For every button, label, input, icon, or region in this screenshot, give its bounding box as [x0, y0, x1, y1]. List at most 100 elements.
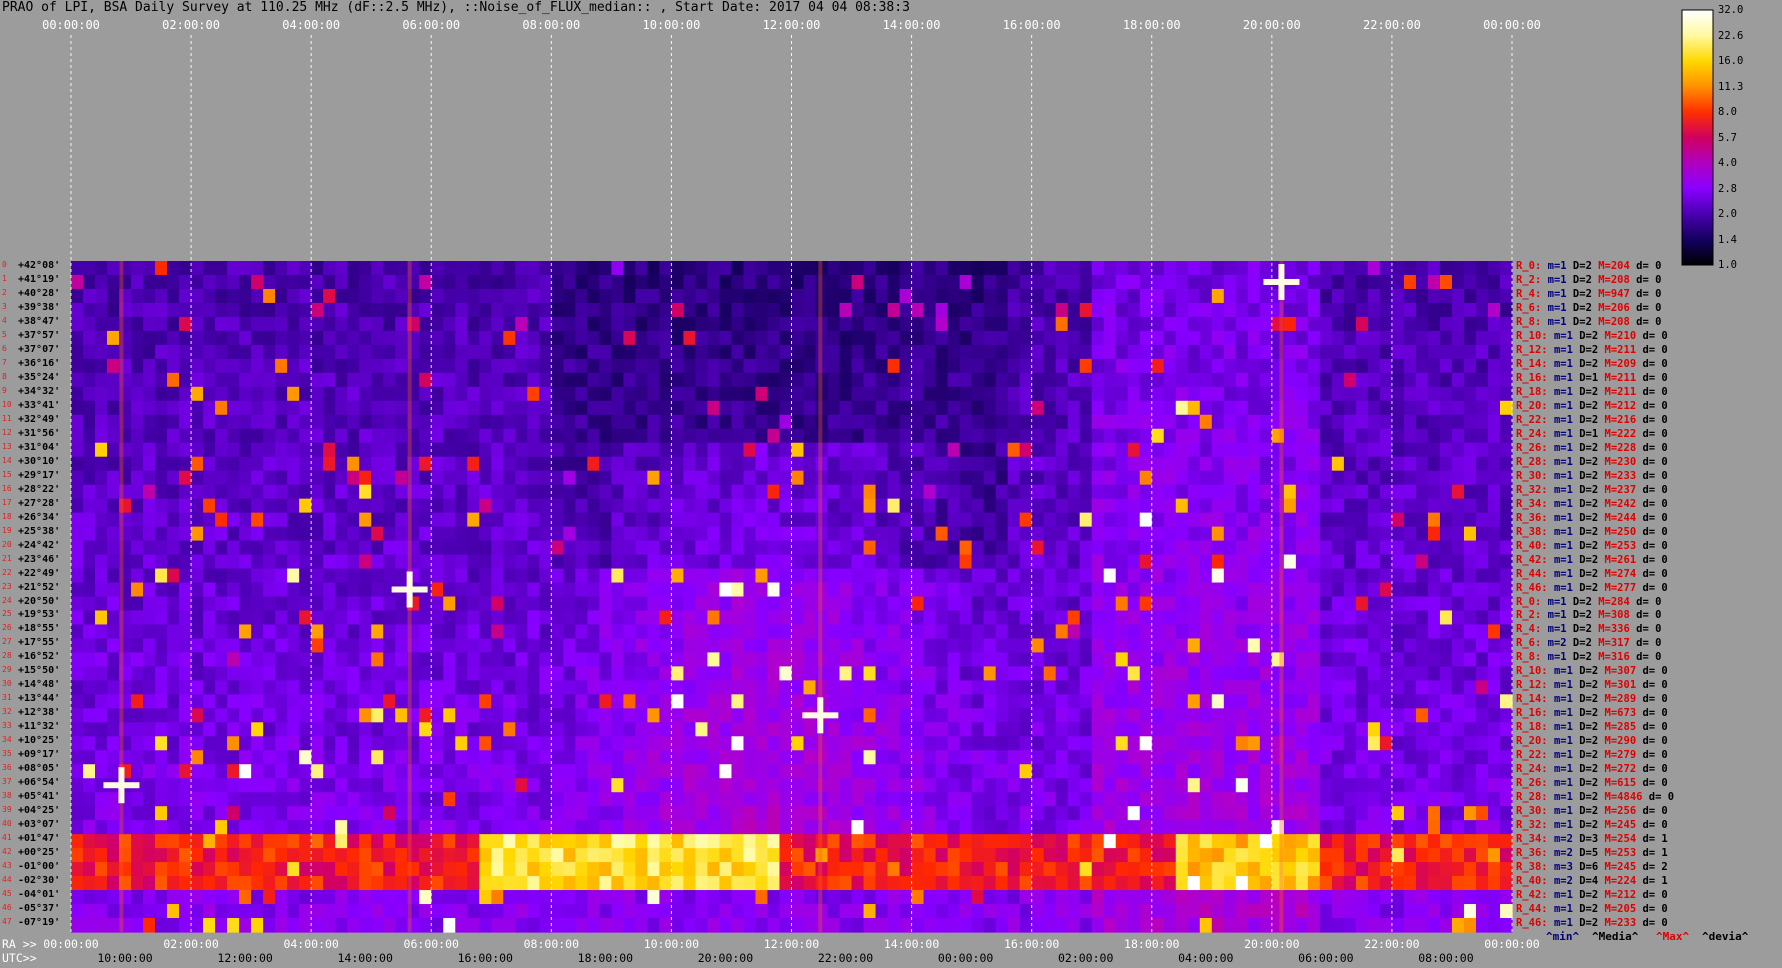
heatmap-cell — [227, 764, 240, 779]
heatmap-cell — [1235, 540, 1249, 556]
heatmap-cell — [191, 302, 204, 318]
heatmap-cell — [1259, 638, 1273, 654]
heatmap-cell — [911, 261, 925, 276]
heatmap-cell — [1283, 456, 1297, 472]
heatmap-cell — [695, 442, 709, 458]
heatmap-cell — [335, 736, 348, 751]
heatmap-cell — [791, 540, 805, 556]
heatmap-cell — [707, 358, 721, 374]
heatmap-cell — [731, 456, 745, 472]
heatmap-cell — [1319, 456, 1333, 472]
heatmap-cell — [719, 764, 733, 779]
heatmap-cell — [659, 736, 673, 751]
heatmap-cell — [983, 680, 997, 695]
heatmap-cell — [851, 610, 865, 626]
heatmap-cell — [731, 764, 745, 779]
heatmap-cell — [575, 694, 588, 709]
heatmap-cell — [935, 442, 949, 458]
heatmap-cell — [1235, 274, 1249, 290]
heatmap-cell — [455, 372, 468, 388]
heatmap-cell — [743, 554, 757, 570]
heatmap-cell — [323, 344, 336, 360]
heatmap-cell — [623, 456, 636, 472]
heatmap-cell — [1007, 498, 1021, 514]
heatmap-cell — [179, 792, 192, 807]
heatmap-cell — [755, 512, 769, 528]
heatmap-cell — [1343, 694, 1357, 709]
heatmap-cell — [359, 736, 372, 751]
heatmap-cell — [971, 386, 985, 402]
heatmap-cell — [1331, 526, 1345, 542]
heatmap-cell — [623, 722, 636, 737]
heatmap-cell — [1043, 372, 1057, 388]
heatmap-cell — [551, 400, 564, 416]
heatmap-cell — [1007, 820, 1021, 835]
heatmap-cell — [1007, 302, 1021, 318]
heatmap-cell — [275, 680, 288, 695]
heatmap-cell — [1343, 540, 1357, 556]
heatmap-cell — [1211, 666, 1225, 681]
heatmap-cell — [323, 694, 336, 709]
heatmap-cell — [1163, 554, 1177, 570]
heatmap-cell — [1211, 722, 1225, 737]
heatmap-cell — [647, 358, 661, 374]
heatmap-cell — [1367, 708, 1381, 723]
heatmap-cell — [899, 750, 913, 765]
heatmap-cell — [1151, 400, 1165, 416]
heatmap-cell — [1031, 372, 1045, 388]
heatmap-cell — [1223, 358, 1237, 374]
heatmap-cell — [575, 484, 588, 500]
heatmap-cell — [83, 568, 96, 584]
heatmap-cell — [479, 386, 492, 402]
heatmap-cell — [203, 261, 216, 276]
heatmap-cell — [1067, 708, 1081, 723]
heatmap-cell — [683, 806, 697, 821]
heatmap-cell — [1043, 526, 1057, 542]
heatmap-cell — [515, 680, 528, 695]
heatmap-cell — [839, 736, 853, 751]
heatmap-cell — [803, 764, 817, 779]
heatmap-cell — [239, 442, 252, 458]
heatmap-cell — [1247, 316, 1261, 332]
heatmap-cell — [599, 834, 612, 849]
heatmap-cell — [695, 498, 709, 514]
heatmap-cell — [671, 736, 685, 751]
heatmap-cell — [1211, 400, 1225, 416]
heatmap-cell — [635, 344, 648, 360]
heatmap-cell — [1295, 624, 1309, 640]
heatmap-cell — [1139, 610, 1153, 626]
heatmap-cell — [791, 498, 805, 514]
heatmap-cell — [671, 624, 685, 640]
heatmap-cell — [71, 414, 84, 430]
heatmap-cell — [1139, 708, 1153, 723]
heatmap-cell — [467, 806, 480, 821]
heatmap-cell — [155, 428, 168, 444]
heatmap-cell — [227, 330, 240, 346]
heatmap-cell — [263, 638, 276, 654]
heatmap-cell — [1475, 638, 1489, 654]
heatmap-cell — [311, 512, 324, 528]
heatmap-cell — [419, 302, 432, 318]
heatmap-cell — [1319, 568, 1333, 584]
heatmap-cell — [887, 526, 901, 542]
heatmap-cell — [1415, 414, 1429, 430]
heatmap-cell — [167, 834, 180, 849]
heatmap-cell — [1151, 820, 1165, 835]
heatmap-cell — [1451, 652, 1465, 667]
heatmap-cell — [287, 652, 300, 667]
heatmap-cell — [1379, 540, 1393, 556]
heatmap-cell — [935, 512, 949, 528]
heatmap-cell — [347, 456, 360, 472]
heatmap-cell — [479, 694, 492, 709]
heatmap-cell — [1487, 400, 1501, 416]
heatmap-cell — [155, 806, 168, 821]
heatmap-cell — [635, 624, 648, 640]
heatmap-cell — [1127, 778, 1141, 793]
heatmap-cell — [299, 750, 312, 765]
heatmap-cell — [851, 330, 865, 346]
heatmap-cell — [1367, 428, 1381, 444]
heatmap-cell — [239, 288, 252, 304]
heatmap-cell — [527, 261, 540, 276]
heatmap-cell — [779, 288, 793, 304]
heatmap-cell — [263, 484, 276, 500]
